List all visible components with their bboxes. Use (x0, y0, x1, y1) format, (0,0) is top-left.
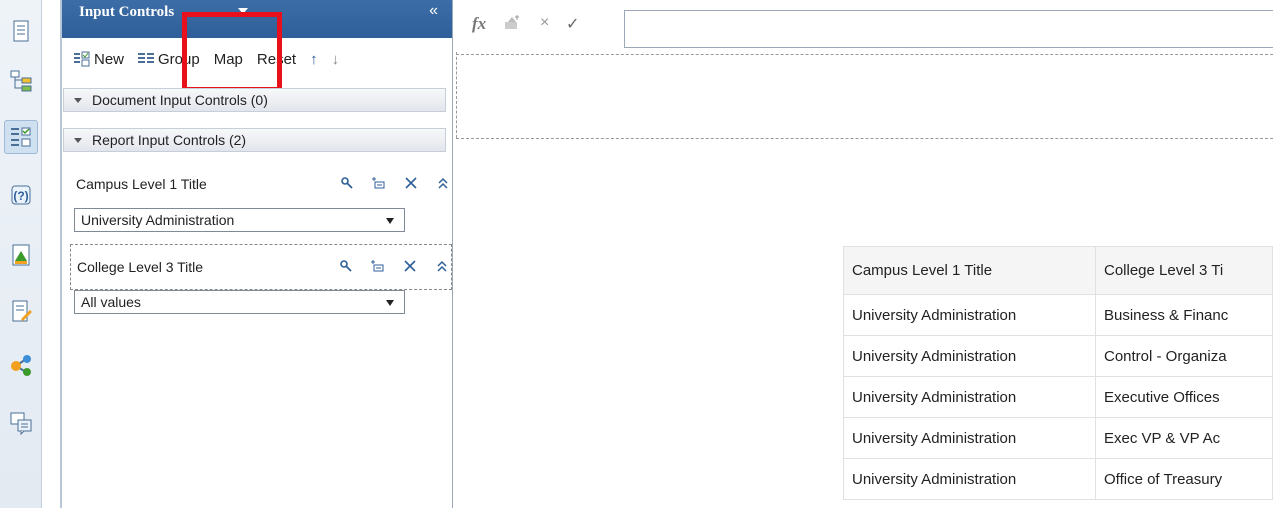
table-header-row: Campus Level 1 Title College Level 3 Ti (843, 246, 1273, 295)
section-expand-icon (74, 97, 82, 103)
close-icon[interactable] (404, 176, 418, 190)
new-button-label: New (94, 50, 125, 68)
report-header-side-border (456, 52, 457, 138)
report-header-bottom-border (456, 138, 1273, 139)
table-row: University Administration Executive Offi… (843, 376, 1273, 418)
table-cell[interactable]: Business & Financ (1095, 294, 1273, 336)
campus-select[interactable]: University Administration (74, 208, 405, 232)
table-cell[interactable]: Executive Offices (1095, 376, 1273, 418)
input-controls-icon[interactable] (4, 120, 38, 154)
report-map-icon[interactable] (4, 64, 38, 98)
new-control-icon (74, 51, 90, 67)
college-select-value: All values (81, 294, 141, 310)
table-cell[interactable]: Exec VP & VP Ac (1095, 417, 1273, 459)
table-cell[interactable]: University Administration (843, 417, 1096, 459)
collapse-up-icon[interactable] (435, 259, 449, 273)
chevron-down-icon (386, 300, 394, 306)
table-cell[interactable]: Office of Treasury (1095, 458, 1273, 500)
edit-document-icon[interactable] (4, 294, 38, 328)
table-row: University Administration Office of Trea… (843, 458, 1273, 500)
report-table[interactable]: Campus Level 1 Title College Level 3 Ti … (843, 246, 1273, 500)
collapse-panel-icon[interactable]: « (429, 2, 438, 20)
college-select[interactable]: All values (74, 290, 405, 314)
report-header-border (456, 54, 1273, 55)
table-cell[interactable]: University Administration (843, 335, 1096, 377)
close-icon[interactable] (403, 259, 417, 273)
data-icon[interactable] (4, 238, 38, 272)
table-cell[interactable]: University Administration (843, 294, 1096, 336)
formula-fx-icon[interactable]: fx (472, 14, 486, 34)
collapse-up-icon[interactable] (436, 176, 450, 190)
comments-icon[interactable] (4, 406, 38, 440)
left-icon-rail: (?) (0, 0, 42, 508)
input-control-title: Campus Level 1 Title (76, 176, 207, 192)
formula-editor-icon[interactable] (504, 14, 522, 35)
input-control-campus[interactable]: Campus Level 1 Title University Administ… (70, 176, 452, 236)
chevron-down-icon (386, 218, 394, 224)
share-icon[interactable] (4, 348, 38, 382)
input-controls-panel: Input Controls « New Group Map Reset ↑ ↓… (42, 0, 453, 508)
table-cell[interactable]: Control - Organiza (1095, 335, 1273, 377)
new-button[interactable]: New (74, 51, 124, 68)
table-row: University Administration Control - Orga… (843, 335, 1273, 377)
formula-input[interactable] (624, 10, 1273, 48)
input-control-actions (340, 176, 450, 190)
campus-select-value: University Administration (81, 212, 235, 228)
table-row: University Administration Exec VP & VP A… (843, 417, 1273, 459)
document-input-controls-section[interactable]: Document Input Controls (0) (63, 88, 446, 112)
group-icon (138, 53, 155, 63)
panel-title[interactable]: Input Controls (79, 4, 174, 21)
group-button-highlight (182, 12, 282, 92)
move-up-icon[interactable]: ↑ (310, 51, 318, 68)
column-header[interactable]: Campus Level 1 Title (843, 246, 1096, 295)
table-row: University Administration Business & Fin… (843, 294, 1273, 336)
search-icon[interactable] (339, 259, 353, 273)
formula-bar: fx × ✓ (456, 0, 1273, 52)
help-icon[interactable]: (?) (4, 178, 38, 212)
edit-control-icon[interactable] (371, 259, 385, 273)
svg-text:(?): (?) (13, 189, 28, 203)
edit-control-icon[interactable] (372, 176, 386, 190)
input-control-actions (339, 259, 449, 273)
section-expand-icon (74, 137, 82, 143)
search-icon[interactable] (340, 176, 354, 190)
cancel-formula-icon[interactable]: × (540, 14, 549, 32)
document-section-label: Document Input Controls (0) (92, 92, 268, 108)
column-header[interactable]: College Level 3 Ti (1095, 246, 1273, 295)
document-summary-icon[interactable] (4, 14, 38, 48)
report-section-label: Report Input Controls (2) (92, 132, 247, 148)
input-control-title: College Level 3 Title (77, 259, 204, 275)
report-input-controls-section[interactable]: Report Input Controls (2) (63, 128, 446, 152)
table-cell[interactable]: University Administration (843, 458, 1096, 500)
move-down-icon[interactable]: ↓ (332, 51, 340, 68)
input-control-college[interactable]: College Level 3 Title (70, 244, 452, 290)
table-cell[interactable]: University Administration (843, 376, 1096, 418)
validate-formula-icon[interactable]: ✓ (566, 14, 579, 34)
